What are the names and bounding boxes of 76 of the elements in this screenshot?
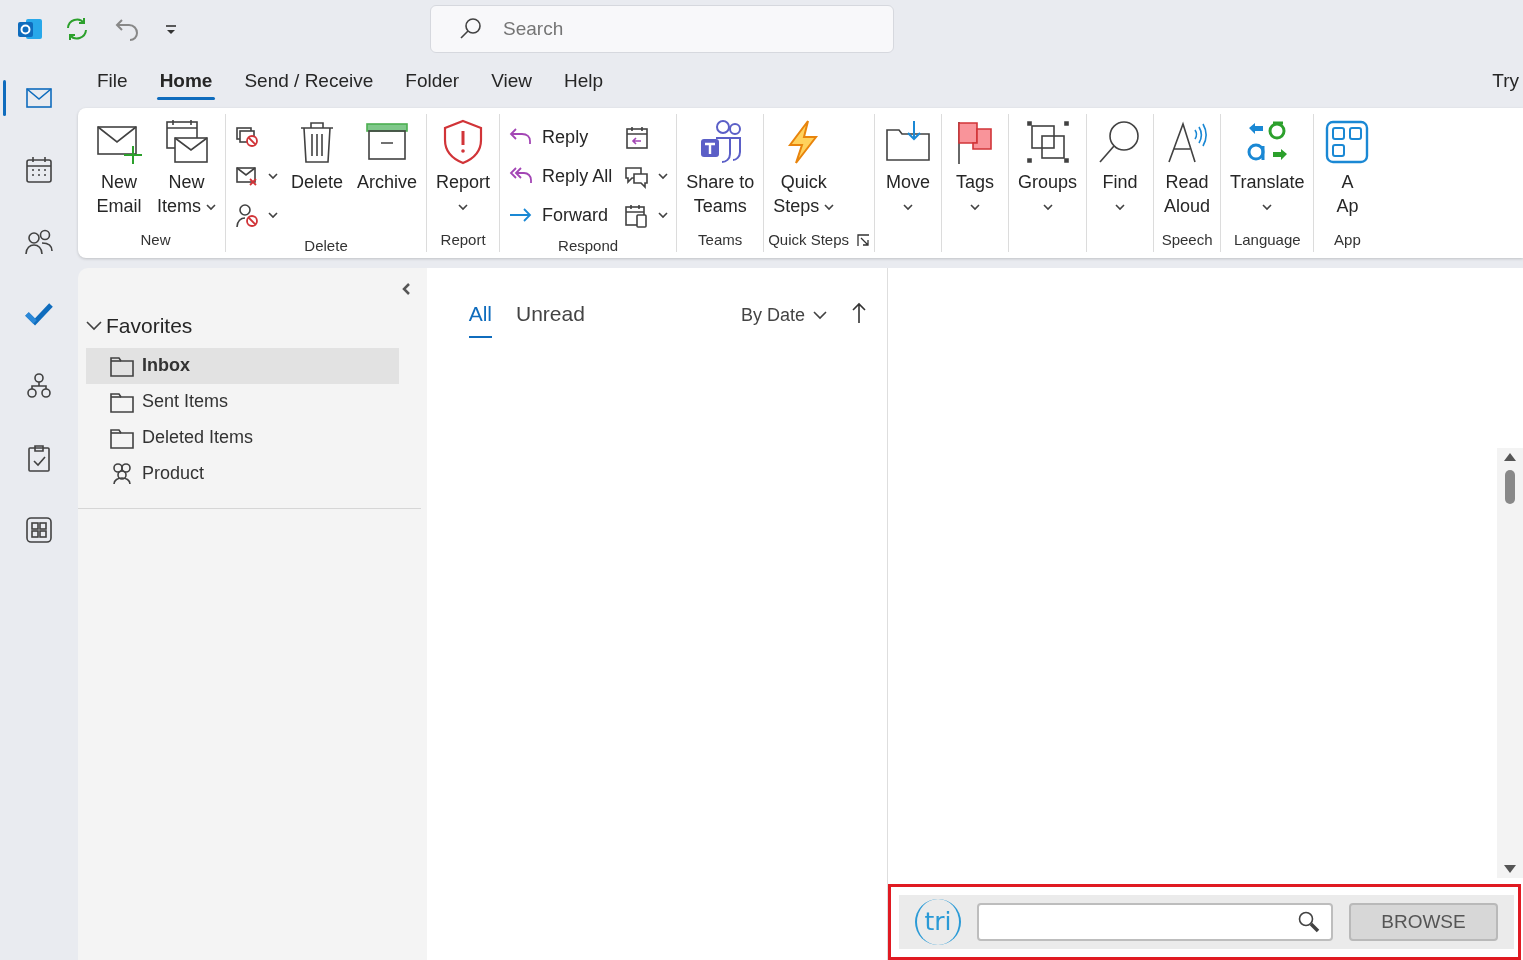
scrollbar[interactable] (1497, 448, 1523, 878)
menu-tab[interactable]: Help (548, 58, 620, 104)
search-field[interactable] (977, 903, 1333, 941)
ribbon-button[interactable]: Read Aloud (1158, 114, 1217, 218)
folder-icon (110, 426, 134, 449)
ribbon-button[interactable]: Reply All (504, 157, 617, 196)
sort-dropdown[interactable]: By Date (740, 302, 827, 329)
chevron-down-icon (824, 203, 835, 211)
menu-tab[interactable]: View (475, 58, 548, 104)
ribbon-button[interactable]: New Email (90, 114, 148, 218)
ribbon-button[interactable]: New Items (152, 114, 221, 218)
group-label: Respond (558, 236, 619, 256)
ribbon-button[interactable]: Move (879, 114, 938, 218)
chevron-down-icon (268, 212, 278, 219)
ribbon-button[interactable]: Quick Steps (768, 114, 840, 218)
menu-tab[interactable]: Send / Receive (228, 58, 390, 104)
menu-tab[interactable]: Try (1492, 66, 1519, 96)
ribbon-button[interactable]: Share to Teams (681, 114, 760, 218)
group-label: Report (440, 229, 486, 250)
logo: tri (915, 899, 961, 945)
ribbon-button[interactable]: Find (1091, 114, 1150, 218)
favorites-heading[interactable]: Favorites (78, 304, 205, 348)
chevron-down-icon (206, 203, 216, 211)
search-field[interactable]: Search (430, 5, 894, 53)
org-chart-icon (24, 371, 54, 401)
browse-button[interactable]: BROWSE (1349, 903, 1498, 941)
folder-item[interactable]: Product (86, 455, 399, 492)
search-icon (458, 17, 482, 41)
chevron-down-icon (970, 203, 981, 211)
people-icon (110, 462, 134, 485)
chevron-down-icon (1262, 203, 1273, 211)
menu-tab[interactable]: Folder (389, 58, 476, 104)
ribbon-button[interactable]: Archive (352, 114, 423, 194)
chevron-down-icon (268, 173, 278, 180)
people-icon (24, 227, 54, 257)
menu-tab[interactable]: Home (143, 58, 229, 104)
chevron-down-icon (903, 203, 914, 211)
ribbon-button[interactable]: Delete (286, 114, 349, 194)
scroll-thumb[interactable] (1505, 470, 1515, 504)
person-blocked-icon (234, 202, 260, 229)
ribbon-button[interactable]: Report (431, 114, 496, 218)
folder-icon (110, 390, 134, 413)
chevron-down-icon (1042, 203, 1053, 211)
calendar-icon (24, 155, 54, 185)
menu-tab[interactable]: File (81, 58, 144, 104)
ribbon-button[interactable]: Translate (1225, 114, 1310, 218)
chevron-down-icon (658, 212, 669, 219)
scroll-up-icon[interactable] (1503, 452, 1517, 462)
folder-item[interactable]: Deleted Items (86, 419, 399, 456)
ribbon-button[interactable]: A Ap (1318, 114, 1377, 218)
ribbon-button[interactable]: Tags (946, 114, 1005, 218)
filter-tab[interactable]: All (468, 298, 492, 338)
group-label: New (140, 229, 171, 250)
sort-direction-icon[interactable] (851, 300, 867, 324)
calendar-reply-icon (624, 124, 651, 151)
chevron-down-icon (813, 311, 827, 320)
group-label: Teams (698, 229, 743, 250)
ribbon-button[interactable]: Groups (1013, 114, 1083, 218)
folder-icon (110, 354, 134, 377)
search-icon (1297, 910, 1321, 934)
filter-tab[interactable]: Unread (516, 298, 585, 336)
group-label: Speech (1161, 229, 1213, 250)
ribbon-button[interactable]: Forward (504, 196, 617, 235)
group-label: Language (1233, 229, 1301, 250)
group-label: App (1334, 229, 1361, 250)
chevron-down-icon (1115, 203, 1126, 211)
chevron-down-icon (658, 173, 669, 180)
apps-grid-icon (24, 515, 54, 545)
folder-item[interactable]: Sent Items (86, 383, 399, 420)
chevron-down-icon (86, 320, 102, 331)
ribbon-button[interactable]: Reply (504, 118, 617, 157)
chevron-down-icon (458, 203, 469, 211)
scroll-down-icon[interactable] (1503, 864, 1517, 874)
folder-item[interactable]: Inbox (86, 347, 399, 384)
group-label: Delete (304, 236, 348, 256)
group-label: Quick Steps (768, 229, 850, 250)
